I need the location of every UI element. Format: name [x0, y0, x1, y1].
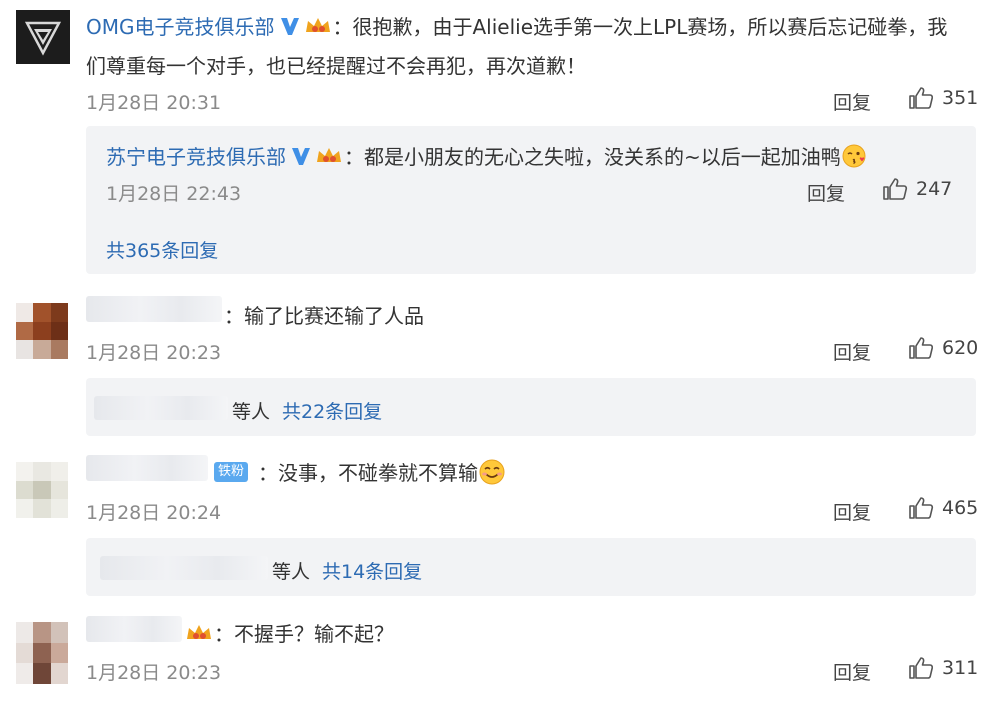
- sub-reply-time: 1月28日 22:43: [106, 183, 242, 205]
- replies-prefix: 等人: [272, 561, 311, 583]
- blurred-replier-names[interactable]: [100, 556, 268, 580]
- sub-reply-like-button[interactable]: 247: [882, 177, 952, 201]
- like-button[interactable]: 311: [908, 656, 978, 680]
- reply-button[interactable]: 回复: [833, 338, 871, 365]
- like-count: 620: [942, 337, 979, 359]
- reply-button[interactable]: 回复: [833, 88, 871, 115]
- thumbs-up-icon: [909, 497, 934, 519]
- avatar-omg[interactable]: [16, 10, 70, 64]
- like-button[interactable]: 620: [908, 336, 978, 360]
- smile-emoji-icon: [479, 459, 505, 484]
- verified-v-icon: [280, 17, 299, 35]
- replies-link[interactable]: 共22条回复: [282, 397, 382, 424]
- sub-reply-header: 苏宁电子竞技俱乐部 ：都是小朋友的无心之失啦，没关系的~以后一起加油鸭: [106, 141, 867, 170]
- blurred-username[interactable]: [86, 455, 208, 481]
- like-button[interactable]: 351: [908, 86, 978, 110]
- replies-link[interactable]: 共14条回复: [322, 557, 422, 584]
- avatar[interactable]: [16, 462, 68, 518]
- author-name[interactable]: OMG电子竞技俱乐部: [86, 11, 275, 40]
- reply-button[interactable]: 回复: [833, 658, 871, 685]
- comment-text: ：没事，不碰拳就不算输: [258, 461, 478, 485]
- comment-text-line-2: 们尊重每一个对手，也已经提醒过不会再犯，再次道歉！: [86, 54, 586, 78]
- blurred-username[interactable]: [86, 296, 222, 322]
- comment-text: ：不握手？输不起？: [214, 622, 394, 646]
- like-button[interactable]: 465: [908, 496, 978, 520]
- replies-prefix: 等人: [232, 401, 271, 423]
- comment-text-row: ：不握手？输不起？: [184, 618, 394, 647]
- vip-crown-icon: [305, 17, 330, 32]
- omg-logo-icon: [24, 21, 62, 56]
- sub-reply-text: ：都是小朋友的无心之失啦，没关系的~以后一起加油鸭: [344, 145, 841, 169]
- comment-text: ：输了比赛还输了人品: [224, 304, 424, 328]
- like-count: 351: [942, 87, 979, 109]
- vip-crown-icon: [187, 624, 211, 639]
- verified-v-icon: [292, 147, 310, 165]
- reply-button[interactable]: 回复: [833, 498, 871, 525]
- blurred-replier-names[interactable]: [94, 396, 228, 420]
- comment-1-header: OMG电子竞技俱乐部 ：很抱歉，由于Alielie选手第一次上LPL赛场，所以赛…: [86, 11, 947, 40]
- comment-text-line-1: ：很抱歉，由于Alielie选手第一次上LPL赛场，所以赛后忘记碰拳，我: [332, 15, 948, 39]
- comment-time: 1月28日 20:23: [86, 662, 222, 684]
- avatar[interactable]: [16, 622, 68, 684]
- thumbs-up-icon: [909, 657, 934, 679]
- more-replies-link[interactable]: 共365条回复: [106, 236, 218, 263]
- vip-crown-icon: [317, 147, 341, 162]
- comment-text-row: ：没事，不碰拳就不算输: [258, 457, 506, 486]
- sub-reply-author[interactable]: 苏宁电子竞技俱乐部: [106, 141, 286, 170]
- like-count: 311: [942, 657, 979, 679]
- thumbs-up-icon: [909, 87, 934, 109]
- thumbs-up-icon: [909, 337, 934, 359]
- comment-time: 1月28日 20:24: [86, 502, 222, 524]
- kiss-emoji-icon: [842, 144, 866, 167]
- like-count: 247: [916, 178, 953, 200]
- fan-badge: 铁粉: [214, 462, 249, 482]
- sub-reply-button[interactable]: 回复: [807, 179, 845, 206]
- comment-time: 1月28日 20:31: [86, 92, 222, 114]
- thumbs-up-icon: [883, 178, 908, 200]
- blurred-username[interactable]: [86, 616, 182, 642]
- like-count: 465: [942, 497, 979, 519]
- avatar[interactable]: [16, 303, 68, 359]
- comment-time: 1月28日 20:23: [86, 342, 222, 364]
